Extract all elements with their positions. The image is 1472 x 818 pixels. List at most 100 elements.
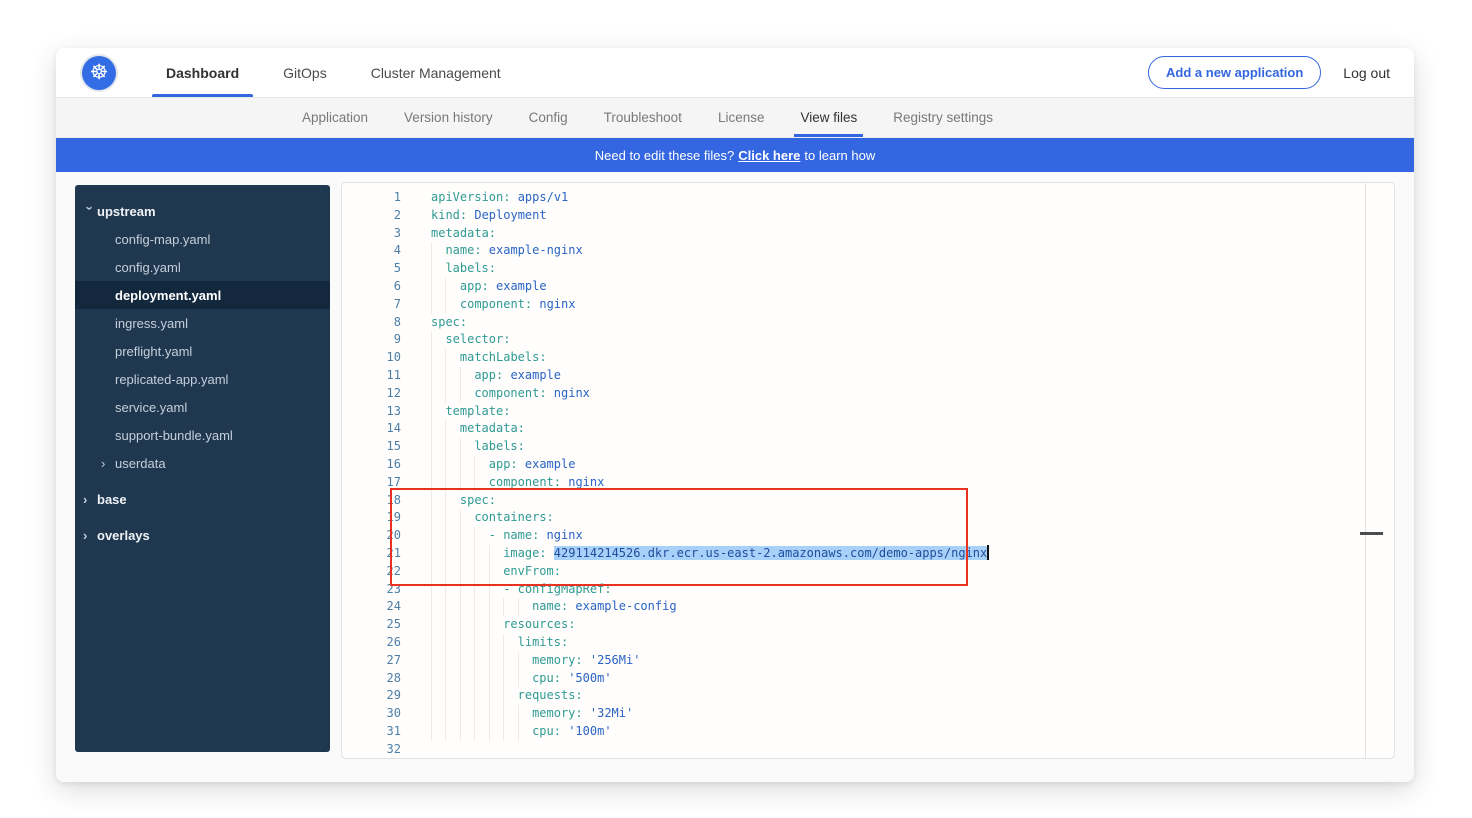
indent-guide: [460, 581, 474, 599]
indent-guide: [431, 296, 445, 314]
indent-guide: [489, 634, 503, 652]
banner-text-after: to learn how: [804, 148, 875, 163]
indent-guide: [431, 420, 445, 438]
indent-guide: [445, 652, 459, 670]
tree-item-preflight-yaml[interactable]: preflight.yaml: [75, 337, 330, 365]
indent-guide: [445, 456, 459, 474]
line-number: 5: [342, 260, 401, 278]
line-number: 23: [342, 581, 401, 599]
tree-item-label: preflight.yaml: [115, 344, 192, 359]
indent-guide: [518, 652, 532, 670]
tree-item-label: config-map.yaml: [115, 232, 210, 247]
line-number: 13: [342, 403, 401, 421]
indent-guide: [431, 403, 445, 421]
indent-guide: [460, 545, 474, 563]
subnav-tab-troubleshoot[interactable]: Troubleshoot: [586, 98, 700, 137]
code-line: memory: '32Mi': [431, 705, 1394, 723]
line-number: 19: [342, 509, 401, 527]
tree-item-ingress-yaml[interactable]: ingress.yaml: [75, 309, 330, 337]
tree-item-upstream[interactable]: ›upstream: [75, 197, 330, 225]
indent-guide: [460, 456, 474, 474]
add-application-button[interactable]: Add a new application: [1148, 56, 1321, 89]
indent-guide: [474, 670, 488, 688]
line-number-gutter: 1234567891011121314151617181920212223242…: [342, 183, 401, 758]
tree-item-service-yaml[interactable]: service.yaml: [75, 393, 330, 421]
indent-guide: [445, 367, 459, 385]
line-number: 28: [342, 670, 401, 688]
tree-item-overlays[interactable]: ›overlays: [75, 521, 330, 549]
yaml-editor[interactable]: 1234567891011121314151617181920212223242…: [341, 182, 1395, 759]
indent-guide: [445, 670, 459, 688]
subnav-tab-view-files[interactable]: View files: [782, 98, 875, 137]
selected-text: 429114214526.dkr.ecr.us-east-2.amazonaws…: [554, 546, 987, 560]
tree-item-deployment-yaml[interactable]: deployment.yaml: [75, 281, 330, 309]
indent-guide: [431, 242, 445, 260]
code-line: cpu: '500m': [431, 670, 1394, 688]
indent-guide: [474, 723, 488, 741]
code-line: memory: '256Mi': [431, 652, 1394, 670]
tree-item-userdata[interactable]: ›userdata: [75, 449, 330, 477]
line-number: 8: [342, 314, 401, 332]
chevron-right-icon: ›: [101, 456, 115, 471]
editor-body: 1234567891011121314151617181920212223242…: [342, 183, 1394, 758]
code-line: requests:: [431, 687, 1394, 705]
code-area[interactable]: apiVersion: apps/v1kind: Deploymentmetad…: [401, 183, 1394, 758]
subnav-tab-config[interactable]: Config: [511, 98, 586, 137]
tree-item-base[interactable]: ›base: [75, 485, 330, 513]
indent-guide: [431, 652, 445, 670]
banner-click-here-link[interactable]: Click here: [738, 148, 800, 163]
code-line: app: example: [431, 278, 1394, 296]
indent-guide: [445, 598, 459, 616]
indent-guide: [445, 545, 459, 563]
indent-guide: [474, 652, 488, 670]
tree-item-label: ingress.yaml: [115, 316, 188, 331]
tree-item-support-bundle-yaml[interactable]: support-bundle.yaml: [75, 421, 330, 449]
code-line: name: example-nginx: [431, 242, 1394, 260]
indent-guide: [460, 598, 474, 616]
indent-guide: [518, 670, 532, 688]
nav-tab-gitops[interactable]: GitOps: [261, 48, 349, 97]
code-line: app: example: [431, 367, 1394, 385]
subnav-tab-application[interactable]: Application: [284, 98, 386, 137]
indent-guide: [445, 705, 459, 723]
indent-guide: [431, 367, 445, 385]
indent-guide: [431, 634, 445, 652]
chevron-down-icon: ›: [83, 205, 98, 219]
indent-guide: [431, 670, 445, 688]
tree-item-config-yaml[interactable]: config.yaml: [75, 253, 330, 281]
indent-guide: [460, 670, 474, 688]
nav-tab-dashboard[interactable]: Dashboard: [144, 48, 261, 97]
code-line: containers:: [431, 509, 1394, 527]
line-number: 12: [342, 385, 401, 403]
subnav-tab-version-history[interactable]: Version history: [386, 98, 511, 137]
tree-item-replicated-app-yaml[interactable]: replicated-app.yaml: [75, 365, 330, 393]
line-number: 18: [342, 492, 401, 510]
tree-item-config-map-yaml[interactable]: config-map.yaml: [75, 225, 330, 253]
indent-guide: [445, 634, 459, 652]
indent-guide: [474, 687, 488, 705]
code-line: - name: nginx: [431, 527, 1394, 545]
indent-guide: [431, 260, 445, 278]
indent-guide: [445, 278, 459, 296]
overview-ruler[interactable]: [1365, 183, 1366, 758]
logout-link[interactable]: Log out: [1343, 65, 1390, 81]
code-line: selector:: [431, 331, 1394, 349]
edit-files-banner: Need to edit these files? Click here to …: [56, 138, 1414, 172]
line-number: 7: [342, 296, 401, 314]
indent-guide: [431, 331, 445, 349]
subnav-tab-registry-settings[interactable]: Registry settings: [875, 98, 1011, 137]
code-line: limits:: [431, 634, 1394, 652]
line-number: 31: [342, 723, 401, 741]
nav-tab-cluster-management[interactable]: Cluster Management: [349, 48, 523, 97]
code-line: cpu: '100m': [431, 723, 1394, 741]
indent-guide: [503, 723, 517, 741]
indent-guide: [489, 581, 503, 599]
line-number: 1: [342, 189, 401, 207]
indent-guide: [503, 705, 517, 723]
line-number: 27: [342, 652, 401, 670]
code-line: name: example-config: [431, 598, 1394, 616]
tree-item-label: support-bundle.yaml: [115, 428, 233, 443]
subnav-tab-license[interactable]: License: [700, 98, 783, 137]
indent-guide: [503, 634, 517, 652]
indent-guide: [489, 545, 503, 563]
